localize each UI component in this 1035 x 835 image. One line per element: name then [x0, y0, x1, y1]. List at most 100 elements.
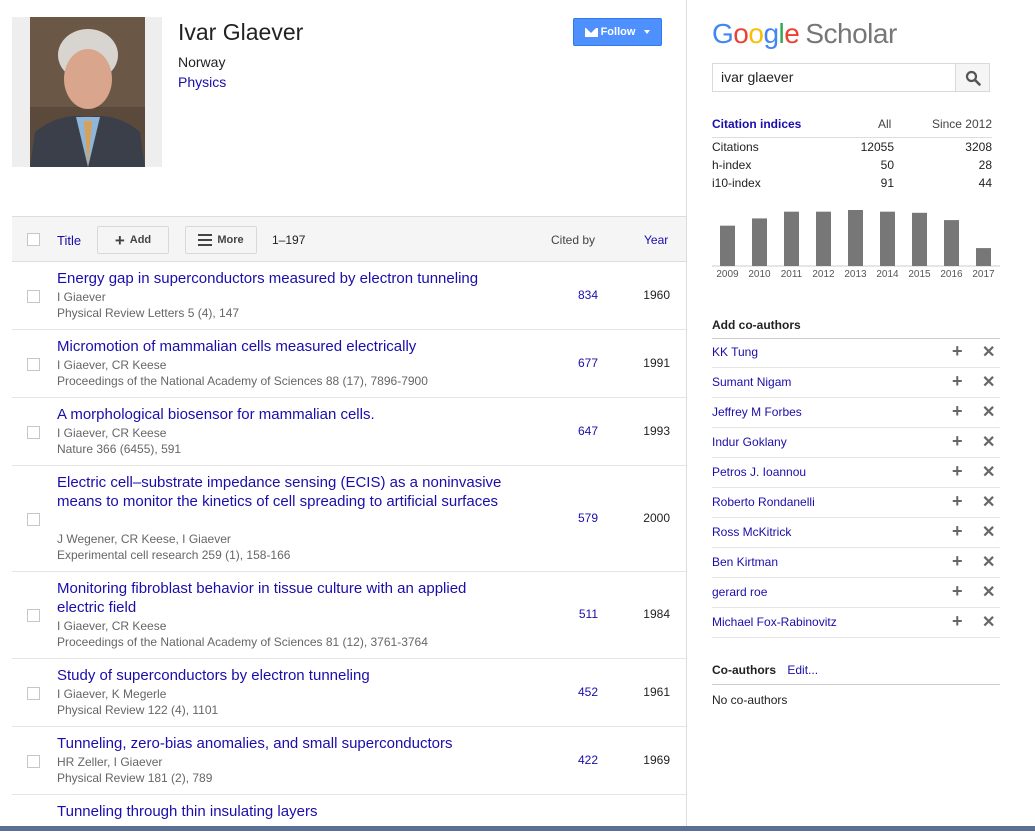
row-checkbox[interactable] — [27, 609, 40, 622]
article-cited-by[interactable]: 647 — [552, 424, 598, 438]
google-scholar-logo[interactable]: Google Scholar — [712, 18, 897, 50]
sort-by-title[interactable]: Title — [57, 233, 81, 248]
select-all-checkbox[interactable] — [27, 233, 40, 246]
citation-since: 3208 — [965, 140, 992, 154]
article-cited-by[interactable]: 579 — [552, 511, 598, 525]
row-checkbox[interactable] — [27, 425, 40, 439]
dismiss-coauthor-icon[interactable]: ✕ — [982, 342, 995, 362]
add-coauthor-icon[interactable]: + — [952, 371, 963, 392]
chart-bar-2011[interactable] — [784, 211, 799, 266]
dismiss-coauthor-icon[interactable]: ✕ — [982, 462, 995, 482]
logo-letter: o — [733, 18, 749, 49]
coauthor-suggestion: Roberto Rondanelli + ✕ — [712, 488, 1000, 518]
coauthor-name[interactable]: Ross McKitrick — [712, 525, 791, 539]
row-checkbox[interactable] — [27, 357, 40, 371]
article-title[interactable]: Tunneling through thin insulating layers — [57, 802, 507, 821]
article-title[interactable]: Energy gap in superconductors measured b… — [57, 269, 507, 288]
coauthor-name[interactable]: KK Tung — [712, 345, 758, 359]
taskbar-edge — [0, 826, 1035, 831]
chart-bar-2012[interactable] — [816, 211, 831, 266]
coauthor-name[interactable]: Ben Kirtman — [712, 555, 778, 569]
article-cited-by[interactable]: 834 — [552, 288, 598, 302]
dismiss-coauthor-icon[interactable]: ✕ — [982, 402, 995, 422]
dismiss-coauthor-icon[interactable]: ✕ — [982, 552, 995, 572]
table-row: Electric cell–substrate impedance sensin… — [12, 466, 686, 572]
coauthor-name[interactable]: gerard roe — [712, 585, 767, 599]
add-coauthor-icon[interactable]: + — [952, 401, 963, 422]
row-checkbox[interactable] — [27, 754, 40, 768]
no-coauthors-text: No co-authors — [712, 693, 788, 707]
dismiss-coauthor-icon[interactable]: ✕ — [982, 492, 995, 512]
add-button[interactable]: + Add — [97, 226, 169, 254]
more-button[interactable]: More — [185, 226, 257, 254]
article-cited-by[interactable]: 422 — [552, 753, 598, 767]
chart-bar-2014[interactable] — [880, 211, 895, 266]
row-checkbox[interactable] — [27, 512, 40, 526]
add-coauthor-icon[interactable]: + — [952, 461, 963, 482]
article-authors: I Giaever, K Megerle — [57, 687, 167, 701]
article-title[interactable]: Tunneling, zero-bias anomalies, and smal… — [57, 734, 507, 753]
profile-name: Ivar Glaever — [178, 19, 304, 45]
coauthors-header: Co-authors Edit... — [712, 663, 1000, 685]
chart-bar-2016[interactable] — [944, 220, 959, 266]
coauthor-name[interactable]: Michael Fox-Rabinovitz — [712, 615, 837, 629]
article-authors: I Giaever — [57, 290, 106, 304]
citation-indices-header: Citation indices All Since 2012 — [712, 117, 992, 138]
table-row: Micromotion of mammalian cells measured … — [12, 330, 686, 398]
row-checkbox[interactable] — [27, 686, 40, 700]
article-title[interactable]: Electric cell–substrate impedance sensin… — [57, 473, 507, 511]
citation-indices-title[interactable]: Citation indices — [712, 117, 801, 131]
chart-bar-2009[interactable] — [720, 225, 735, 266]
chart-bar-2013[interactable] — [848, 210, 863, 266]
chart-bar-2017[interactable] — [976, 248, 991, 266]
article-title[interactable]: A morphological biosensor for mammalian … — [57, 405, 507, 424]
article-cited-by[interactable]: 452 — [552, 685, 598, 699]
article-cited-by[interactable]: 511 — [552, 607, 598, 621]
table-row: Energy gap in superconductors measured b… — [12, 262, 686, 330]
citations-per-year-chart: 2009 2010 2011 2012 2013 2014 2015 2016 2017 — [712, 210, 1000, 280]
citation-row: Citations 12055 3208 — [712, 140, 992, 158]
add-coauthor-icon[interactable]: + — [952, 431, 963, 452]
coauthor-name[interactable]: Indur Goklany — [712, 435, 787, 449]
profile-field-link[interactable]: Physics — [178, 74, 226, 90]
dismiss-coauthor-icon[interactable]: ✕ — [982, 522, 995, 542]
coauthor-name[interactable]: Sumant Nigam — [712, 375, 791, 389]
search-input[interactable]: ivar glaever — [712, 63, 956, 92]
article-year: 1960 — [643, 287, 670, 302]
add-coauthor-icon[interactable]: + — [952, 611, 963, 632]
chart-bar-2010[interactable] — [752, 218, 767, 266]
article-year: 1993 — [643, 423, 670, 438]
coauthor-suggestion: Sumant Nigam + ✕ — [712, 368, 1000, 398]
table-row: A morphological biosensor for mammalian … — [12, 398, 686, 466]
add-coauthor-icon[interactable]: + — [952, 491, 963, 512]
dismiss-coauthor-icon[interactable]: ✕ — [982, 432, 995, 452]
coauthor-name[interactable]: Jeffrey M Forbes — [712, 405, 802, 419]
citation-all: 50 — [880, 158, 894, 172]
article-cited-by[interactable]: 677 — [552, 356, 598, 370]
add-coauthor-icon[interactable]: + — [952, 581, 963, 602]
dismiss-coauthor-icon[interactable]: ✕ — [982, 582, 995, 602]
coauthor-name[interactable]: Petros J. Ioannou — [712, 465, 806, 479]
add-coauthor-icon[interactable]: + — [952, 521, 963, 542]
search-button[interactable] — [955, 63, 990, 92]
coauthor-suggestion: KK Tung + ✕ — [712, 338, 1000, 368]
follow-label: Follow — [600, 26, 636, 38]
edit-coauthors-link[interactable]: Edit... — [787, 663, 818, 677]
chart-bar-2015[interactable] — [912, 212, 927, 266]
coauthor-name[interactable]: Roberto Rondanelli — [712, 495, 815, 509]
add-coauthor-icon[interactable]: + — [952, 341, 963, 362]
article-year: 1984 — [643, 607, 670, 621]
coauthor-suggestion: gerard roe + ✕ — [712, 578, 1000, 608]
add-button-label: Add — [129, 234, 152, 246]
article-title[interactable]: Study of superconductors by electron tun… — [57, 666, 507, 685]
chart-tick-label: 2017 — [972, 269, 995, 280]
dismiss-coauthor-icon[interactable]: ✕ — [982, 612, 995, 632]
article-title[interactable]: Monitoring fibroblast behavior in tissue… — [57, 579, 507, 617]
sort-by-year[interactable]: Year — [644, 233, 668, 247]
logo-letter: g — [763, 18, 779, 49]
follow-button[interactable]: Follow — [573, 18, 662, 46]
row-checkbox[interactable] — [27, 289, 40, 303]
article-title[interactable]: Micromotion of mammalian cells measured … — [57, 337, 507, 356]
add-coauthor-icon[interactable]: + — [952, 551, 963, 572]
dismiss-coauthor-icon[interactable]: ✕ — [982, 372, 995, 392]
